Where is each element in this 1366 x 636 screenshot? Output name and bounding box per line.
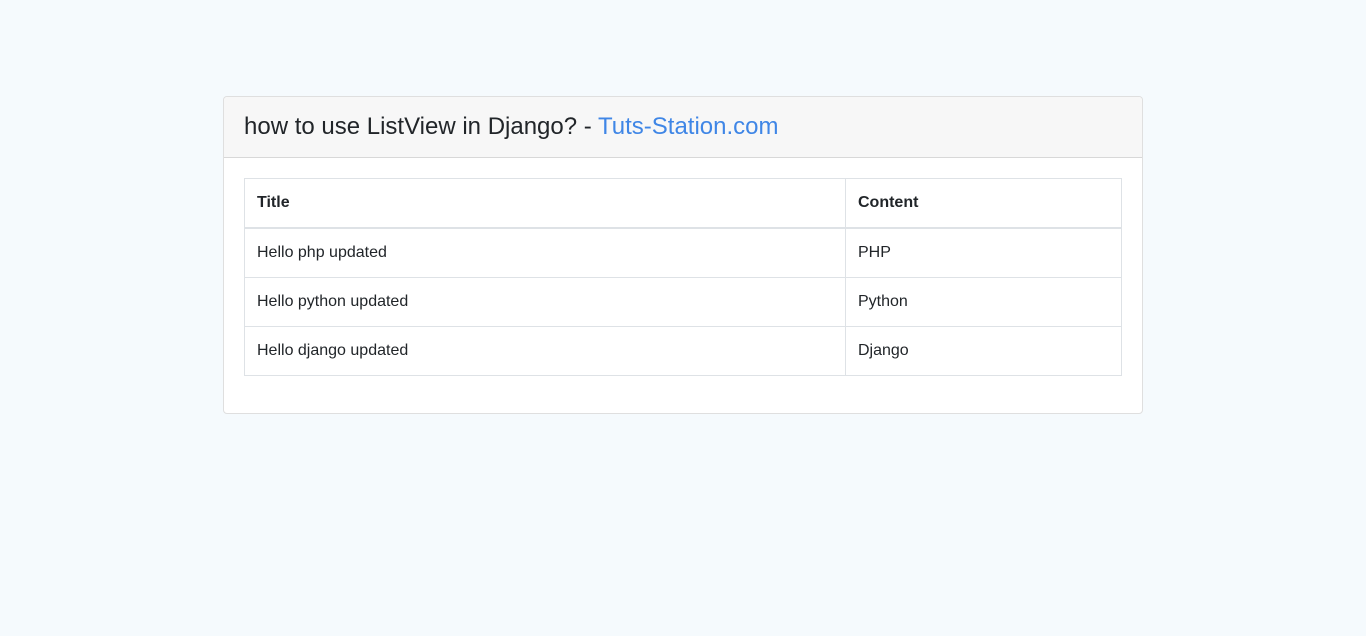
cell-title: Hello python updated <box>244 277 846 327</box>
cell-content: Python <box>845 277 1122 327</box>
site-link[interactable]: Tuts-Station.com <box>598 113 779 140</box>
table-row: Hello python updated Python <box>244 277 1122 327</box>
cell-title: Hello php updated <box>244 227 846 278</box>
column-header-title: Title <box>244 178 846 229</box>
page-title-text: how to use ListView in Django? - <box>244 112 598 140</box>
card-header: how to use ListView in Django? - Tuts-St… <box>224 97 1142 158</box>
table-header-row: Title Content <box>244 178 1122 229</box>
posts-table: Title Content Hello php updated PHP Hell… <box>244 178 1122 376</box>
cell-content: Django <box>845 326 1122 376</box>
cell-content: PHP <box>845 227 1122 278</box>
column-header-content: Content <box>845 178 1122 229</box>
posts-card: how to use ListView in Django? - Tuts-St… <box>223 96 1143 414</box>
card-body: Title Content Hello php updated PHP Hell… <box>224 158 1142 396</box>
page-title: how to use ListView in Django? - Tuts-St… <box>244 113 779 142</box>
table-row: Hello django updated Django <box>244 326 1122 376</box>
table-row: Hello php updated PHP <box>244 227 1122 278</box>
cell-title: Hello django updated <box>244 326 846 376</box>
